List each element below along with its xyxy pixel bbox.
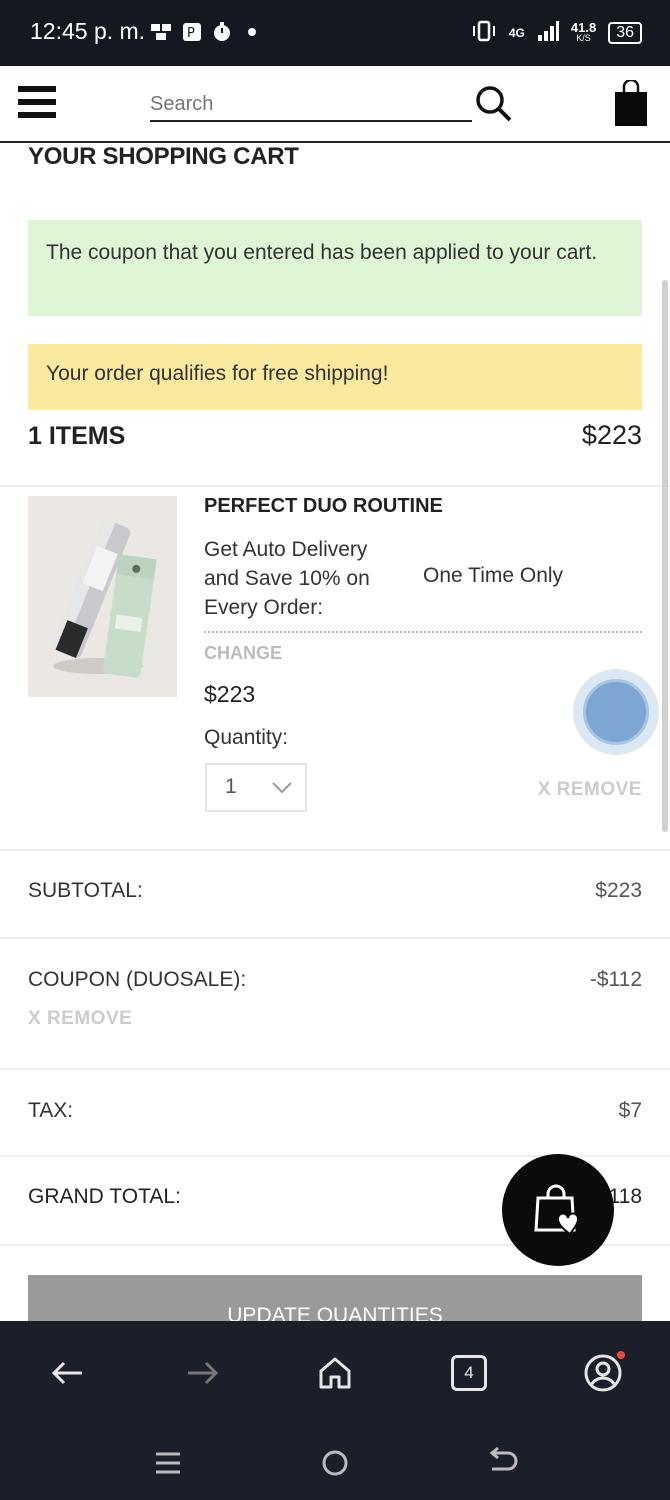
- coupon-applied-alert: The coupon that you entered has been app…: [28, 220, 642, 316]
- items-summary-row: 1 ITEMS $223: [28, 418, 642, 458]
- chevron-down-icon: [271, 781, 293, 800]
- dotted-divider: [204, 631, 642, 633]
- coupon-value: -$112: [589, 968, 642, 991]
- home-circle-icon[interactable]: [313, 1441, 357, 1485]
- remove-item-link[interactable]: X REMOVE: [538, 779, 642, 801]
- items-count: 1 ITEMS: [28, 422, 126, 450]
- status-bar: 12:45 p. m. P 4G 41.8 K/S 36: [0, 0, 670, 66]
- site-header: [0, 66, 670, 143]
- forward-arrow-icon[interactable]: [180, 1351, 224, 1395]
- tax-value: $7: [618, 1099, 642, 1122]
- system-back-icon[interactable]: [480, 1441, 524, 1485]
- wishlist-bag-button[interactable]: [502, 1154, 614, 1266]
- cart-content: YOUR SHOPPING CART The coupon that you e…: [0, 143, 670, 1321]
- product-price: $223: [204, 681, 256, 707]
- subtotal-value: $223: [595, 879, 642, 902]
- speed-value: 41.8: [570, 19, 597, 35]
- parking-icon: P: [182, 22, 202, 47]
- divider: [0, 485, 670, 487]
- change-link[interactable]: CHANGE: [204, 643, 282, 664]
- tabs-count-button[interactable]: 4: [451, 1355, 487, 1391]
- timer-icon: [212, 22, 232, 47]
- account-icon[interactable]: [581, 1351, 625, 1395]
- tax-label: TAX:: [28, 1099, 74, 1122]
- bag-heart-icon: [534, 1184, 579, 1236]
- update-quantities-button[interactable]: UPDATE QUANTITIES: [28, 1275, 642, 1321]
- divider: [0, 849, 670, 851]
- divider: [0, 937, 670, 939]
- items-total: $223: [581, 420, 642, 450]
- search-field[interactable]: [150, 88, 472, 122]
- app-notification-icon: [150, 22, 172, 47]
- status-system-icons: 4G 41.8 K/S 36: [471, 20, 642, 45]
- one-time-option[interactable]: One Time Only: [423, 564, 563, 588]
- remove-coupon-link[interactable]: X REMOVE: [28, 1008, 132, 1030]
- speed-indicator: 41.8 K/S: [570, 19, 597, 44]
- signal-icon: [537, 21, 559, 44]
- coupon-label: COUPON (DUOSALE):: [28, 968, 247, 991]
- browser-bottom-nav: [0, 1321, 670, 1425]
- system-nav-bar: [0, 1425, 670, 1500]
- subtotal-label: SUBTOTAL:: [28, 879, 143, 902]
- vibrate-icon: [471, 20, 497, 45]
- free-shipping-alert: Your order qualifies for free shipping!: [28, 344, 642, 410]
- touch-indicator: [573, 669, 659, 755]
- grand-total-label: GRAND TOTAL:: [28, 1185, 181, 1208]
- recent-apps-icon[interactable]: [146, 1441, 190, 1485]
- product-name[interactable]: PERFECT DUO ROUTINE: [204, 495, 443, 518]
- shopping-bag-icon[interactable]: [613, 78, 649, 133]
- hamburger-menu-icon[interactable]: [18, 86, 56, 120]
- divider: [0, 1068, 670, 1070]
- quantity-label: Quantity:: [204, 726, 289, 749]
- home-icon[interactable]: [313, 1351, 357, 1395]
- product-image[interactable]: [28, 496, 177, 697]
- search-input[interactable]: [150, 88, 472, 120]
- status-time: 12:45 p. m.: [30, 18, 146, 44]
- dot-icon: [242, 22, 262, 47]
- search-icon[interactable]: [474, 84, 514, 129]
- battery-indicator: 36: [608, 21, 642, 44]
- status-notification-icons: P: [150, 22, 262, 47]
- network-label: 4G: [508, 25, 525, 40]
- speed-unit: K/S: [576, 32, 591, 43]
- quantity-value: 1: [225, 775, 237, 798]
- back-arrow-icon[interactable]: [46, 1351, 90, 1395]
- svg-text:P: P: [187, 26, 195, 41]
- auto-delivery-option[interactable]: Get Auto Delivery and Save 10% on Every …: [204, 535, 404, 622]
- quantity-select[interactable]: 1: [205, 763, 307, 812]
- page-scrollbar[interactable]: [662, 280, 668, 832]
- page-title: YOUR SHOPPING CART: [28, 143, 299, 170]
